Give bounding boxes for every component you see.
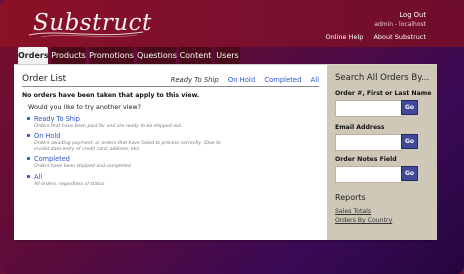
email-search-go-button[interactable]: Go (401, 134, 418, 149)
tab-users[interactable]: Users (215, 47, 240, 65)
view-option: Completed Orders have been shipped and c… (27, 155, 294, 170)
user-host-label: admin - localhost (374, 21, 426, 28)
bullet-icon (27, 134, 30, 137)
order-search-go-button[interactable]: Go (401, 100, 418, 115)
tab-products[interactable]: Products (51, 47, 86, 65)
about-link[interactable]: About Substruct (373, 33, 426, 41)
notes-search-go-button[interactable]: Go (401, 166, 418, 181)
order-filter-nav: Ready To Ship On Hold Completed All (171, 76, 319, 84)
tab-promotions[interactable]: Promotions (89, 47, 134, 65)
filter-all-link[interactable]: All (311, 76, 319, 84)
tab-content[interactable]: Content (179, 47, 212, 65)
main-content: Order List Ready To Ship On Hold Complet… (14, 65, 327, 240)
view-option-completed-link[interactable]: Completed (34, 155, 294, 163)
sidebar-title: Search All Orders By... (335, 73, 430, 83)
sales-totals-link[interactable]: Sales Totals (335, 208, 371, 215)
header-links: Online Help About Substruct (318, 33, 426, 41)
view-option-all-link[interactable]: All (34, 173, 294, 181)
bullet-icon (27, 157, 30, 160)
content-bottom-shadow (14, 240, 437, 242)
app-window: Substruct Log Out admin - localhost Onli… (0, 0, 464, 274)
tab-orders[interactable]: Orders (18, 47, 49, 65)
title-row: Order List Ready To Ship On Hold Complet… (22, 72, 319, 87)
tab-questions[interactable]: Questions (137, 47, 177, 65)
order-search-label: Order #, First or Last Name (335, 90, 432, 97)
view-option: On Hold Orders awaiting payment, or orde… (27, 132, 234, 153)
view-option: All All orders, regardless of status (27, 173, 294, 188)
logout-link[interactable]: Log Out (399, 11, 426, 19)
bullet-icon (27, 117, 30, 120)
filter-on-hold-link[interactable]: On Hold (228, 76, 255, 84)
filter-current: Ready To Ship (170, 76, 219, 84)
view-option-ready-to-ship-link[interactable]: Ready To Ship (34, 115, 294, 123)
header: Substruct Log Out admin - localhost Onli… (0, 0, 464, 47)
notes-search-label: Order Notes Field (335, 156, 397, 163)
view-option-desc: All orders, regardless of status (34, 182, 105, 187)
online-help-link[interactable]: Online Help (326, 33, 364, 41)
orders-by-country-link[interactable]: Orders By Country (335, 217, 392, 224)
brand-logo[interactable]: Substruct (33, 10, 152, 36)
page-title: Order List (22, 74, 67, 84)
notes-search-input[interactable] (335, 166, 403, 183)
reports-title: Reports (335, 193, 366, 202)
filter-completed-link[interactable]: Completed (264, 76, 301, 84)
search-sidebar: Search All Orders By... Order #, First o… (327, 65, 437, 240)
order-search-input[interactable] (335, 100, 403, 117)
email-search-label: Email Address (335, 124, 385, 131)
email-search-input[interactable] (335, 134, 403, 151)
try-view-prompt: Would you like to try another view? (28, 103, 142, 111)
bullet-icon (27, 175, 30, 178)
view-option: Ready To Ship Orders that have been paid… (27, 115, 294, 130)
view-option-desc: Orders awaiting payment, or orders that … (34, 141, 221, 152)
no-orders-message: No orders have been taken that apply to … (22, 92, 200, 99)
view-option-desc: Orders that have been paid for and are r… (34, 124, 183, 129)
view-option-desc: Orders have been shipped and completed (34, 164, 131, 169)
view-option-on-hold-link[interactable]: On Hold (34, 132, 234, 140)
